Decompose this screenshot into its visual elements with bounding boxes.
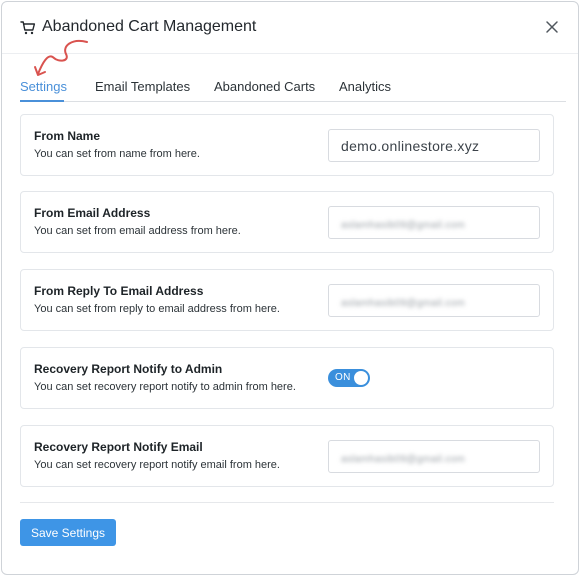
abandoned-cart-modal: Abandoned Cart Management Settings Email… — [1, 1, 579, 575]
setting-label: Recovery Report Notify Email — [34, 440, 203, 454]
setting-description: You can set from email address from here… — [34, 225, 241, 237]
from-name-input[interactable]: demo.onlinestore.xyz — [328, 129, 540, 162]
setting-reply-to-email: From Reply To Email Address You can set … — [20, 269, 554, 331]
close-icon[interactable] — [544, 19, 560, 35]
setting-from-name: From Name You can set from name from her… — [20, 114, 554, 176]
modal-title: Abandoned Cart Management — [42, 18, 257, 35]
setting-label: From Name — [34, 129, 101, 143]
toggle-knob — [354, 371, 368, 385]
setting-label: From Reply To Email Address — [34, 284, 204, 298]
modal-header: Abandoned Cart Management — [2, 2, 578, 54]
blurred-email-value: aslamhasib09@gmail.com — [341, 454, 466, 465]
blurred-email-value: aslamhasib09@gmail.com — [341, 220, 466, 231]
tab-analytics[interactable]: Analytics — [339, 79, 391, 94]
reply-to-email-input[interactable]: aslamhasib09@gmail.com — [328, 284, 540, 317]
setting-description: You can set from name from here. — [34, 148, 200, 160]
tab-bar: Settings Email Templates Abandoned Carts… — [20, 74, 566, 102]
setting-recovery-notify-email: Recovery Report Notify Email You can set… — [20, 425, 554, 487]
blurred-email-value: aslamhasib09@gmail.com — [341, 298, 466, 309]
setting-from-email: From Email Address You can set from emai… — [20, 191, 554, 253]
setting-label: Recovery Report Notify to Admin — [34, 362, 223, 376]
notify-admin-toggle[interactable]: ON — [328, 369, 370, 387]
tab-email-templates[interactable]: Email Templates — [95, 79, 190, 94]
setting-description: You can set recovery report notify email… — [34, 459, 280, 471]
setting-description: You can set from reply to email address … — [34, 303, 280, 315]
from-email-input[interactable]: aslamhasib09@gmail.com — [328, 206, 540, 239]
active-tab-indicator — [20, 100, 64, 102]
footer-divider — [20, 502, 554, 503]
setting-label: From Email Address — [34, 206, 151, 220]
setting-recovery-notify-admin: Recovery Report Notify to Admin You can … — [20, 347, 554, 409]
toggle-state-label: ON — [335, 372, 351, 383]
setting-description: You can set recovery report notify to ad… — [34, 381, 296, 393]
cart-icon — [20, 21, 36, 35]
notify-email-input[interactable]: aslamhasib09@gmail.com — [328, 440, 540, 473]
tab-abandoned-carts[interactable]: Abandoned Carts — [214, 79, 315, 94]
tab-settings[interactable]: Settings — [20, 79, 67, 94]
save-settings-button[interactable]: Save Settings — [20, 519, 116, 546]
